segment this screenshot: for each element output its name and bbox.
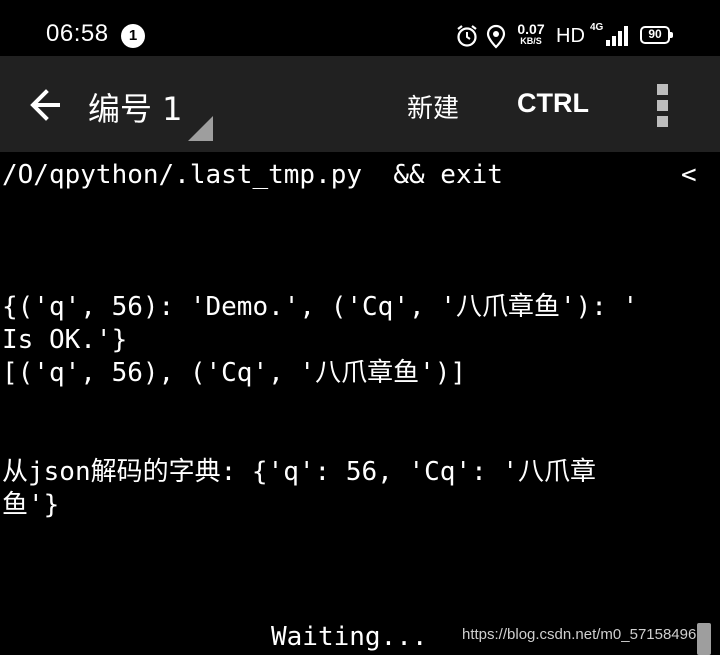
- back-arrow-icon[interactable]: [22, 80, 72, 130]
- watermark: https://blog.csdn.net/m0_57158496: [462, 626, 697, 643]
- location-icon: [486, 24, 506, 49]
- overflow-dot: [657, 84, 668, 95]
- terminal-line: Is OK.'}: [2, 325, 128, 355]
- notification-badge: 1: [121, 24, 145, 48]
- alarm-icon: [457, 25, 477, 47]
- ctrl-button[interactable]: CTRL: [517, 88, 589, 119]
- overflow-menu-icon[interactable]: [657, 84, 669, 128]
- new-session-button[interactable]: 新建: [407, 88, 459, 125]
- scroll-left-indicator: <: [681, 160, 697, 190]
- status-bar: 06:58 1 0.07 KB/S HD 4G 90: [0, 0, 720, 56]
- dropdown-triangle-icon[interactable]: [188, 116, 213, 141]
- action-bar: 编号 1 新建 CTRL: [0, 56, 720, 152]
- signal-icon: [606, 26, 628, 46]
- network-speed-value: 0.07: [517, 21, 545, 37]
- network-speed: 0.07 KB/S: [514, 22, 548, 46]
- overflow-dot: [657, 116, 668, 127]
- terminal-line: [('q', 56), ('Cq', '八爪章鱼')]: [2, 358, 467, 388]
- battery-icon: 90: [640, 26, 673, 44]
- overflow-dot: [657, 100, 668, 111]
- status-time: 06:58: [46, 20, 109, 47]
- terminal-line: {('q', 56): 'Demo.', ('Cq', '八爪章鱼'): ': [2, 292, 639, 322]
- terminal-line: /O/qpython/.last_tmp.py && exit: [2, 160, 503, 190]
- session-title[interactable]: 编号 1: [88, 84, 183, 130]
- terminal-line: 鱼'}: [2, 490, 60, 520]
- terminal-output[interactable]: /O/qpython/.last_tmp.py && exit < {('q',…: [0, 152, 720, 655]
- terminal-line: 从json解码的字典: {'q': 56, 'Cq': '八爪章: [2, 457, 597, 487]
- network-speed-unit: KB/S: [520, 36, 542, 46]
- network-type: 4G: [590, 22, 604, 33]
- battery-level: 90: [648, 27, 662, 41]
- hd-indicator: HD: [556, 25, 585, 47]
- scrollbar-thumb[interactable]: [697, 623, 711, 655]
- terminal-waiting: Waiting...: [271, 622, 428, 652]
